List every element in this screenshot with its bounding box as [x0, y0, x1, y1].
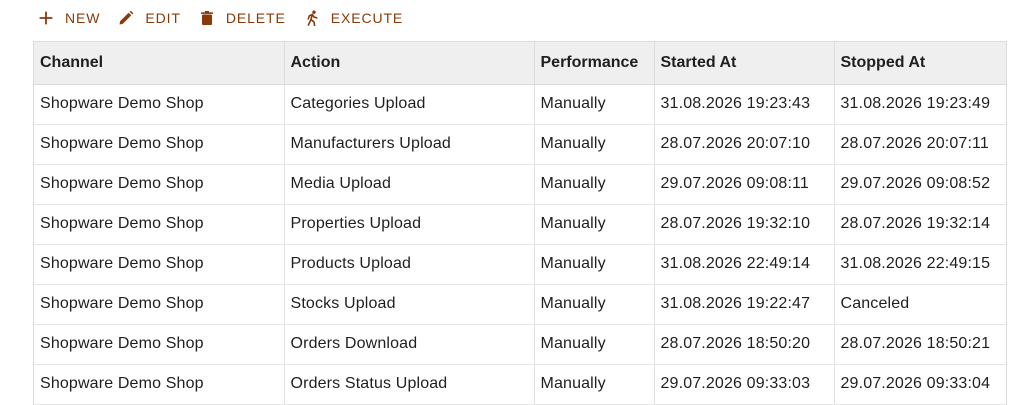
- cell-action: Categories Upload: [284, 84, 535, 125]
- cell-started-at: 28.07.2026 19:32:10: [654, 204, 835, 245]
- cell-performance: Manually: [534, 124, 655, 165]
- delete-button-label: DELETE: [225, 10, 286, 26]
- table-row[interactable]: Shopware Demo Shop Products Upload Manua…: [34, 244, 1006, 285]
- table-row[interactable]: Shopware Demo Shop Properties Upload Man…: [34, 204, 1006, 245]
- column-header-started-at[interactable]: Started At: [654, 42, 835, 85]
- cell-action: Media Upload: [284, 164, 535, 205]
- pencil-icon: [118, 10, 134, 26]
- cell-started-at: 29.07.2026 09:08:11: [654, 164, 835, 205]
- cell-stopped-at: 28.07.2026 18:50:21: [834, 324, 1006, 365]
- cell-performance: Manually: [534, 324, 655, 365]
- cell-started-at: 31.08.2026 19:22:47: [654, 284, 835, 325]
- table-row[interactable]: Shopware Demo Shop Manufacturers Upload …: [34, 124, 1006, 165]
- new-button-label: NEW: [65, 10, 101, 26]
- cell-stopped-at: 29.07.2026 09:08:52: [834, 164, 1006, 205]
- cell-action: Stocks Upload: [284, 284, 535, 325]
- cell-stopped-at: Canceled: [834, 284, 1006, 325]
- plus-icon: [38, 10, 54, 26]
- cell-channel: Shopware Demo Shop: [34, 84, 285, 125]
- table-row[interactable]: Shopware Demo Shop Orders Download Manua…: [34, 324, 1006, 365]
- cell-channel: Shopware Demo Shop: [34, 244, 285, 285]
- cell-stopped-at: 31.08.2026 22:49:15: [834, 244, 1006, 285]
- column-header-stopped-at[interactable]: Stopped At: [834, 42, 1006, 85]
- column-header-action[interactable]: Action: [284, 42, 535, 85]
- cell-channel: Shopware Demo Shop: [34, 364, 285, 405]
- column-header-channel[interactable]: Channel: [34, 42, 285, 85]
- cell-stopped-at: 28.07.2026 19:32:14: [834, 204, 1006, 245]
- cell-stopped-at: 28.07.2026 20:07:11: [834, 124, 1006, 165]
- cell-action: Products Upload: [284, 244, 535, 285]
- execute-button[interactable]: EXECUTE: [304, 6, 403, 30]
- cell-channel: Shopware Demo Shop: [34, 164, 285, 205]
- cell-channel: Shopware Demo Shop: [34, 204, 285, 245]
- cell-action: Manufacturers Upload: [284, 124, 535, 165]
- table-header-row: Channel Action Performance Started At St…: [34, 42, 1006, 85]
- cell-performance: Manually: [534, 244, 655, 285]
- cell-performance: Manually: [534, 204, 655, 245]
- cell-channel: Shopware Demo Shop: [34, 124, 285, 165]
- edit-button-label: EDIT: [145, 10, 181, 26]
- cell-performance: Manually: [534, 364, 655, 405]
- new-button[interactable]: NEW: [38, 6, 100, 30]
- cell-performance: Manually: [534, 84, 655, 125]
- column-header-performance[interactable]: Performance: [534, 42, 655, 85]
- table-row[interactable]: Shopware Demo Shop Orders Status Upload …: [34, 364, 1006, 405]
- cell-channel: Shopware Demo Shop: [34, 284, 285, 325]
- cell-started-at: 29.07.2026 09:33:03: [654, 364, 835, 405]
- cell-channel: Shopware Demo Shop: [34, 324, 285, 365]
- cell-performance: Manually: [534, 164, 655, 205]
- cell-performance: Manually: [534, 284, 655, 325]
- cell-stopped-at: 31.08.2026 19:23:49: [834, 84, 1006, 125]
- cell-started-at: 28.07.2026 20:07:10: [654, 124, 835, 165]
- cell-action: Properties Upload: [284, 204, 535, 245]
- jobs-table: Channel Action Performance Started At St…: [33, 41, 1007, 405]
- table-row[interactable]: Shopware Demo Shop Media Upload Manually…: [34, 164, 1006, 205]
- toolbar: NEW EDIT DELETE EXECUTE: [38, 6, 421, 30]
- running-person-icon: [304, 10, 320, 26]
- table-row[interactable]: Shopware Demo Shop Categories Upload Man…: [34, 84, 1006, 125]
- cell-started-at: 28.07.2026 18:50:20: [654, 324, 835, 365]
- trash-icon: [199, 10, 215, 26]
- cell-action: Orders Download: [284, 324, 535, 365]
- cell-action: Orders Status Upload: [284, 364, 535, 405]
- delete-button[interactable]: DELETE: [199, 6, 286, 30]
- edit-button[interactable]: EDIT: [118, 6, 181, 30]
- cell-started-at: 31.08.2026 19:23:43: [654, 84, 835, 125]
- table-row[interactable]: Shopware Demo Shop Stocks Upload Manuall…: [34, 284, 1006, 325]
- execute-button-label: EXECUTE: [330, 10, 404, 26]
- cell-stopped-at: 29.07.2026 09:33:04: [834, 364, 1006, 405]
- cell-started-at: 31.08.2026 22:49:14: [654, 244, 835, 285]
